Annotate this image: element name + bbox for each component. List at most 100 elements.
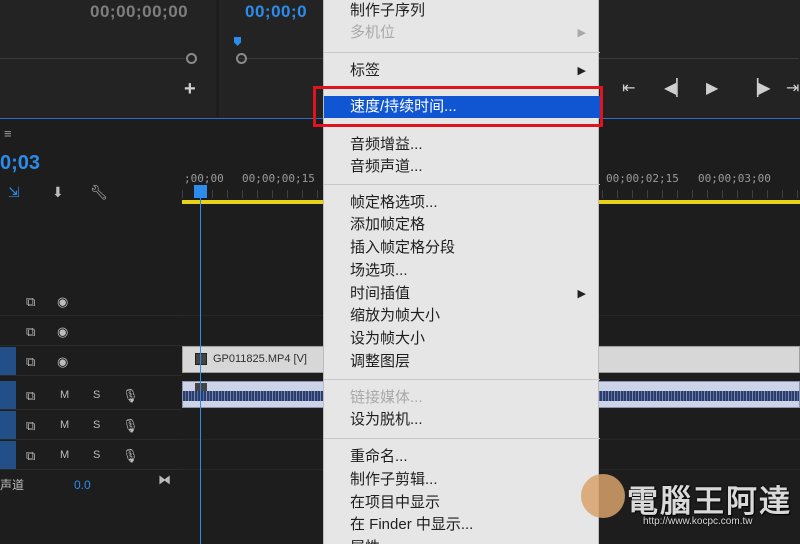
menu-item-make-subsequence[interactable]: 制作子序列 [324,0,600,22]
menu-item-field-options[interactable]: 场选项... [324,260,600,282]
mute-button[interactable]: M [60,389,69,401]
menu-item-label: 插入帧定格分段 [350,239,456,256]
source-timecode[interactable]: 00;00;00;00 [90,2,188,22]
mute-button[interactable]: M [60,449,69,461]
menu-item-label: 时间插值 [350,285,411,302]
ruler-label-3: 00;00;03;00 [698,172,771,185]
menu-item-link-media: 链接媒体... [324,387,600,409]
watermark: 電腦王阿達 http://www.kocpc.com.tw [575,470,800,544]
menu-item-label: 音频增益... [350,136,423,153]
menu-separator [324,379,600,380]
track-header-a2[interactable]: ⧉ M S 🎙︎ [0,411,182,440]
menu-item-adjustment-layer[interactable]: 调整图层 [324,351,600,373]
microphone-icon[interactable]: 🎙︎ [122,418,139,434]
menu-item-label: 制作子序列 [350,2,426,19]
play-icon[interactable]: ▶ [706,78,718,98]
track-header-v2[interactable]: ⧉ ◉ [0,317,182,346]
go-to-in-icon[interactable]: ⇤ [622,78,635,98]
menu-item-label: 链接媒体... [350,389,423,406]
add-marker-icon[interactable]: ⬇ [52,184,64,201]
track-header-v3[interactable]: ⧉ ◉ [0,287,182,316]
microphone-icon[interactable]: 🎙︎ [122,388,139,404]
step-forward-icon[interactable]: ▕▶ [746,78,771,98]
step-back-icon[interactable]: ◀▏ [664,78,689,98]
menu-item-label: 设为脱机... [350,411,423,428]
panel-menu-icon[interactable]: ≡ [4,126,12,141]
annotation-highlight-box [313,86,603,127]
menu-item-label-submenu[interactable]: 标签 ▶ [324,60,600,82]
solo-button[interactable]: S [93,389,100,401]
menu-item-make-subclip[interactable]: 制作子剪辑... [324,469,600,491]
fx-badge-icon [195,353,207,365]
go-to-out-icon[interactable]: ⇥ [786,78,799,98]
menu-item-scale-to-frame-size[interactable]: 缩放为帧大小 [324,305,600,327]
master-track-label: 声道 [0,478,25,492]
menu-item-label: 添加帧定格 [350,216,426,233]
menu-item-label: 属性 [350,539,380,544]
master-volume-value[interactable]: 0.0 [74,478,91,492]
menu-item-frame-hold-options[interactable]: 帧定格选项... [324,192,600,214]
eye-icon[interactable]: ◉ [57,324,68,340]
menu-item-label: 多机位 [350,24,396,41]
add-button-icon[interactable]: + [184,78,196,101]
watermark-logo [581,474,625,518]
master-pan-icon[interactable]: ⧓ [158,472,171,488]
menu-separator [324,438,600,439]
menu-item-label: 在 Finder 中显示... [350,516,474,533]
menu-item-label: 在项目中显示 [350,494,441,511]
menu-separator [324,184,600,185]
menu-item-set-to-frame-size[interactable]: 设为帧大小 [324,328,600,350]
eye-icon[interactable]: ◉ [57,294,68,310]
linked-selection-icon[interactable]: ⇲ [8,184,20,201]
menu-item-label: 缩放为帧大小 [350,307,441,324]
menu-item-label: 设为帧大小 [350,330,426,347]
source-out-handle[interactable] [186,53,197,64]
menu-item-add-frame-hold[interactable]: 添加帧定格 [324,214,600,236]
menu-item-insert-frame-hold-segment[interactable]: 插入帧定格分段 [324,237,600,259]
ruler-label-2: 00;00;02;15 [606,172,679,185]
mute-button[interactable]: M [60,419,69,431]
eye-icon[interactable]: ◉ [57,354,68,370]
toggle-sync-lock-icon[interactable]: ⧉ [26,294,35,310]
toggle-sync-lock-icon[interactable]: ⧉ [26,418,35,434]
menu-item-make-offline[interactable]: 设为脱机... [324,409,600,431]
toggle-sync-lock-icon[interactable]: ⧉ [26,388,35,404]
menu-item-reveal-in-project[interactable]: 在项目中显示 [324,492,600,514]
playhead-line [200,198,201,544]
menu-item-audio-channels[interactable]: 音频声道... [324,156,600,178]
menu-item-multicam: 多机位 ▶ [324,22,600,44]
menu-item-label: 帧定格选项... [350,194,438,211]
microphone-icon[interactable]: 🎙︎ [122,448,139,464]
sequence-timecode[interactable]: 0;03 [0,152,40,175]
menu-item-time-interpolation[interactable]: 时间插值 ▶ [324,283,600,305]
menu-item-label: 标签 [350,62,381,79]
ruler-label-0: ;00;00 [184,172,224,185]
menu-item-label: 音频声道... [350,158,423,175]
menu-item-label: 调整图层 [350,353,411,370]
source-ruler [0,58,185,59]
track-header-a1[interactable]: ⧉ M S 🎙︎ [0,381,182,410]
solo-button[interactable]: S [93,419,100,431]
ruler-label-1: 00;00;00;15 [242,172,315,185]
toggle-sync-lock-icon[interactable]: ⧉ [26,354,35,370]
solo-button[interactable]: S [93,449,100,461]
clip-context-menu: 制作子序列 多机位 ▶ 标签 ▶ 速度/持续时间... 音频增益... 音频声道..… [323,0,600,544]
submenu-arrow-icon: ▶ [577,65,586,77]
menu-item-audio-gain[interactable]: 音频增益... [324,134,600,156]
program-timecode[interactable]: 00;00;0 [245,2,307,22]
menu-item-reveal-in-finder[interactable]: 在 Finder 中显示... [324,514,600,536]
toggle-sync-lock-icon[interactable]: ⧉ [26,448,35,464]
toggle-sync-lock-icon[interactable]: ⧉ [26,324,35,340]
menu-item-rename[interactable]: 重命名... [324,446,600,468]
program-in-handle[interactable] [236,53,247,64]
menu-item-properties[interactable]: 属性 [324,537,600,544]
submenu-arrow-icon: ▶ [577,27,586,39]
timeline-playhead-icon[interactable] [194,185,207,198]
watermark-url: http://www.kocpc.com.tw [643,516,753,527]
track-header-a3[interactable]: ⧉ M S 🎙︎ [0,441,182,470]
menu-item-label: 重命名... [350,448,408,465]
watermark-title: 電腦王阿達 [627,484,792,519]
menu-item-label: 场选项... [350,262,408,279]
wrench-icon[interactable]: 🔧︎ [90,184,108,201]
track-header-v1[interactable]: ⧉ ◉ [0,347,182,376]
